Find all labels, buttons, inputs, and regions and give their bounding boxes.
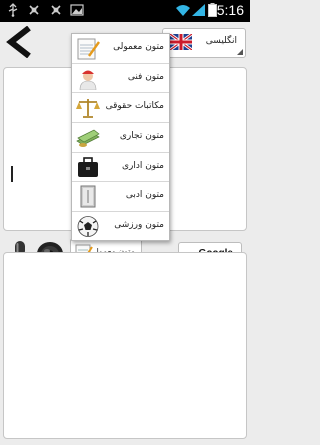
menu-item-literary-texts[interactable]: متون ادبی (72, 182, 169, 213)
menu-item-label: متون ادبی (125, 190, 164, 201)
menu-item-technical-texts[interactable]: متون فنی (72, 64, 169, 94)
text-type-dropdown: متون معمولی متون فنی مکاتبات حقوقی متون … (71, 33, 170, 241)
clock: 15:16 (208, 2, 244, 18)
back-arrow-icon (6, 26, 31, 58)
output-text-area[interactable] (3, 252, 247, 439)
menu-item-label: متون ورزشی (114, 220, 164, 231)
bug-icon (51, 5, 61, 15)
soccer-ball-icon (77, 216, 99, 238)
menu-item-general-texts[interactable]: متون معمولی (72, 34, 169, 64)
source-language-label: انگلیسی (205, 36, 237, 46)
wifi-icon (176, 5, 190, 16)
text-cursor (11, 166, 13, 182)
briefcase-icon (78, 156, 98, 177)
menu-item-label: متون معمولی (113, 42, 164, 52)
notepad-icon (77, 38, 100, 60)
menu-item-business-texts[interactable]: متون تجاری (72, 123, 169, 153)
menu-item-label: متون اداری (121, 160, 164, 171)
menu-item-label: مکاتبات حقوقی (105, 101, 164, 112)
uk-flag-icon (170, 34, 192, 50)
menu-item-label: متون فنی (127, 71, 164, 82)
book-icon (80, 185, 96, 208)
engineer-icon (79, 70, 97, 90)
source-language-select[interactable]: انگلیسی (162, 28, 246, 58)
scales-icon (76, 99, 100, 119)
menu-item-sports-texts[interactable]: متون ورزشی (72, 212, 169, 242)
image-icon (70, 4, 84, 16)
usb-icon (8, 3, 18, 17)
status-bar: 15:16 (0, 0, 250, 22)
signal-icon (192, 4, 205, 16)
menu-item-label: متون تجاری (119, 131, 164, 142)
menu-item-administrative-texts[interactable]: متون اداری (72, 153, 169, 183)
debug-icon (29, 5, 39, 15)
menu-item-legal-correspondence[interactable]: مکاتبات حقوقی (72, 93, 169, 124)
money-icon (76, 129, 100, 148)
back-button[interactable] (3, 24, 35, 60)
dropdown-corner-icon (237, 49, 243, 55)
